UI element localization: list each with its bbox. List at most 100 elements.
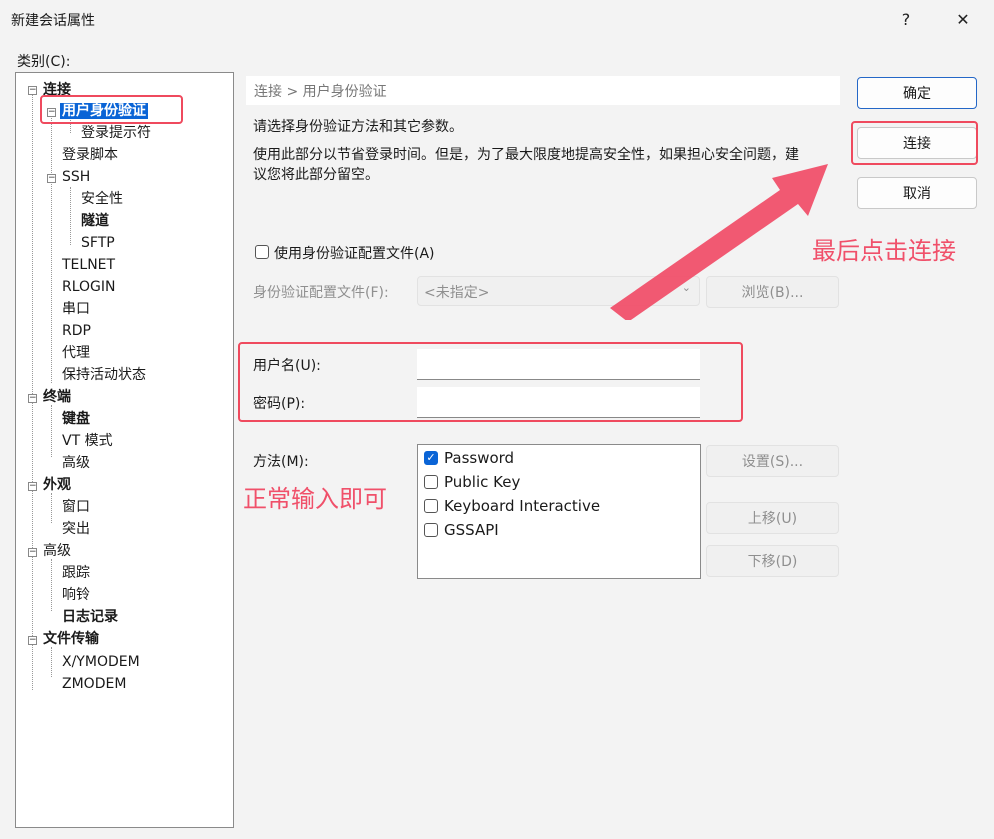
breadcrumb: 连接 > 用户身份验证 bbox=[246, 76, 840, 105]
profile-select-value: <未指定> bbox=[424, 285, 490, 301]
tree-item-rlogin[interactable]: RLOGIN bbox=[62, 277, 116, 297]
tree-item-terminal-advanced[interactable]: 高级 bbox=[62, 453, 90, 473]
method-gssapi-label: GSSAPI bbox=[444, 521, 499, 539]
close-icon: ✕ bbox=[956, 9, 970, 29]
tree-guide-line bbox=[51, 405, 52, 457]
tree-item-sftp[interactable]: SFTP bbox=[81, 233, 115, 253]
tree-item-logging[interactable]: 日志记录 bbox=[62, 607, 118, 627]
tree-item-label: VT 模式 bbox=[62, 433, 113, 449]
collapse-icon[interactable]: − bbox=[28, 86, 37, 95]
tree-item-ssh[interactable]: SSH bbox=[62, 167, 90, 187]
ok-button[interactable]: 确定 bbox=[857, 77, 977, 109]
method-password-label: Password bbox=[444, 449, 515, 467]
tree-item-terminal[interactable]: 终端 bbox=[43, 387, 71, 407]
use-profile-label: 使用身份验证配置文件(A) bbox=[274, 246, 435, 262]
tree-guide-line bbox=[51, 647, 52, 677]
close-button[interactable]: ✕ bbox=[940, 0, 986, 38]
tree-item-xymodem[interactable]: X/YMODEM bbox=[62, 652, 140, 672]
arrow-shape bbox=[610, 164, 828, 320]
tree-item-label: 日志记录 bbox=[62, 609, 118, 625]
tree-item-serial[interactable]: 串口 bbox=[62, 299, 90, 319]
collapse-icon[interactable]: − bbox=[47, 174, 56, 183]
tree-item-appearance[interactable]: 外观 bbox=[43, 475, 71, 495]
method-label: 方法(M): bbox=[253, 454, 309, 470]
tree-item-label: 代理 bbox=[62, 345, 90, 361]
help-icon: ? bbox=[901, 9, 911, 29]
window-title: 新建会话属性 bbox=[11, 13, 95, 29]
tree-item-vt-mode[interactable]: VT 模式 bbox=[62, 431, 113, 451]
tree-item-trace[interactable]: 跟踪 bbox=[62, 563, 90, 583]
highlight-box-credentials bbox=[238, 342, 743, 422]
tree-item-label: 串口 bbox=[62, 301, 90, 317]
tree-item-label: RLOGIN bbox=[62, 279, 116, 295]
move-up-button[interactable]: 上移(U) bbox=[706, 502, 839, 534]
tree-item-label: SSH bbox=[62, 169, 91, 185]
tree-item-label: 高级 bbox=[62, 455, 90, 471]
help-button[interactable]: ? bbox=[883, 0, 929, 38]
collapse-icon[interactable]: − bbox=[28, 548, 37, 557]
tree-item-window[interactable]: 窗口 bbox=[62, 497, 90, 517]
tree-item-login-script[interactable]: 登录脚本 bbox=[62, 145, 118, 165]
tree-guide-line bbox=[51, 559, 52, 611]
method-gssapi-checkbox[interactable] bbox=[424, 523, 438, 537]
tree-item-highlight[interactable]: 突出 bbox=[62, 519, 90, 539]
tree-item-label: ZMODEM bbox=[62, 676, 127, 692]
tree-item-login-prompt[interactable]: 登录提示符 bbox=[81, 123, 151, 143]
method-public-key-label: Public Key bbox=[444, 473, 521, 491]
tree-item-label: 跟踪 bbox=[62, 565, 90, 581]
tree-item-proxy[interactable]: 代理 bbox=[62, 343, 90, 363]
tree-item-file-transfer[interactable]: 文件传输 bbox=[43, 629, 99, 649]
collapse-icon[interactable]: − bbox=[28, 394, 37, 403]
highlight-box-user-auth bbox=[40, 95, 183, 124]
tree-item-label: X/YMODEM bbox=[62, 654, 140, 670]
tree-item-advanced[interactable]: 高级 bbox=[43, 541, 71, 561]
use-profile-checkbox[interactable] bbox=[255, 245, 269, 259]
tree-item-label: 响铃 bbox=[62, 587, 90, 603]
tree-item-label: 登录提示符 bbox=[81, 125, 151, 141]
tree-item-label: 高级 bbox=[43, 543, 71, 559]
tree-item-label: 隧道 bbox=[81, 213, 109, 229]
tree-guide-line bbox=[51, 111, 52, 383]
tree-item-label: 键盘 bbox=[62, 411, 90, 427]
tree-item-label: 窗口 bbox=[62, 499, 90, 515]
annotation-arrow bbox=[610, 164, 828, 320]
collapse-icon[interactable]: − bbox=[28, 636, 37, 645]
tree-item-security[interactable]: 安全性 bbox=[81, 189, 123, 209]
profile-label: 身份验证配置文件(F): bbox=[253, 285, 389, 301]
annotation-input: 正常输入即可 bbox=[243, 485, 387, 513]
tree-item-label: 保持活动状态 bbox=[62, 367, 146, 383]
tree-item-zmodem[interactable]: ZMODEM bbox=[62, 674, 126, 694]
tree-item-label: RDP bbox=[62, 323, 91, 339]
tree-item-bell[interactable]: 响铃 bbox=[62, 585, 90, 605]
category-tree[interactable]: − 连接 − 用户身份验证 登录提示符 登录脚本 − SSH 安全性 隧道 SF… bbox=[15, 72, 234, 828]
method-keyboard-interactive-checkbox[interactable] bbox=[424, 499, 438, 513]
collapse-icon[interactable]: − bbox=[28, 482, 37, 491]
method-list[interactable]: ✓ Password Public Key Keyboard Interacti… bbox=[417, 444, 701, 579]
tree-item-tunnel[interactable]: 隧道 bbox=[81, 211, 109, 231]
tree-item-label: 终端 bbox=[43, 389, 71, 405]
highlight-box-connect bbox=[851, 121, 978, 165]
tree-item-label: TELNET bbox=[62, 257, 116, 273]
description-line-3: 议您将此部分留空。 bbox=[253, 167, 379, 183]
tree-item-telnet[interactable]: TELNET bbox=[62, 255, 115, 275]
tree-item-label: 安全性 bbox=[81, 191, 123, 207]
tree-item-keepalive[interactable]: 保持活动状态 bbox=[62, 365, 146, 385]
tree-item-rdp[interactable]: RDP bbox=[62, 321, 91, 341]
settings-button[interactable]: 设置(S)... bbox=[706, 445, 839, 477]
tree-guide-line bbox=[70, 187, 71, 245]
tree-item-label: 外观 bbox=[43, 477, 71, 493]
tree-guide-line bbox=[51, 493, 52, 523]
tree-item-label: SFTP bbox=[81, 235, 115, 251]
tree-item-label: 突出 bbox=[62, 521, 90, 537]
cancel-button[interactable]: 取消 bbox=[857, 177, 977, 209]
tree-item-keyboard[interactable]: 键盘 bbox=[62, 409, 90, 429]
method-password-checkbox[interactable]: ✓ bbox=[424, 451, 438, 465]
tree-item-label: 文件传输 bbox=[43, 631, 99, 647]
method-public-key-checkbox[interactable] bbox=[424, 475, 438, 489]
annotation-connect: 最后点击连接 bbox=[812, 237, 956, 265]
category-label: 类别(C): bbox=[17, 54, 71, 70]
move-down-button[interactable]: 下移(D) bbox=[706, 545, 839, 577]
description-line-1: 请选择身份验证方法和其它参数。 bbox=[253, 119, 463, 135]
method-keyboard-interactive-label: Keyboard Interactive bbox=[444, 497, 601, 515]
tree-item-label: 登录脚本 bbox=[62, 147, 118, 163]
